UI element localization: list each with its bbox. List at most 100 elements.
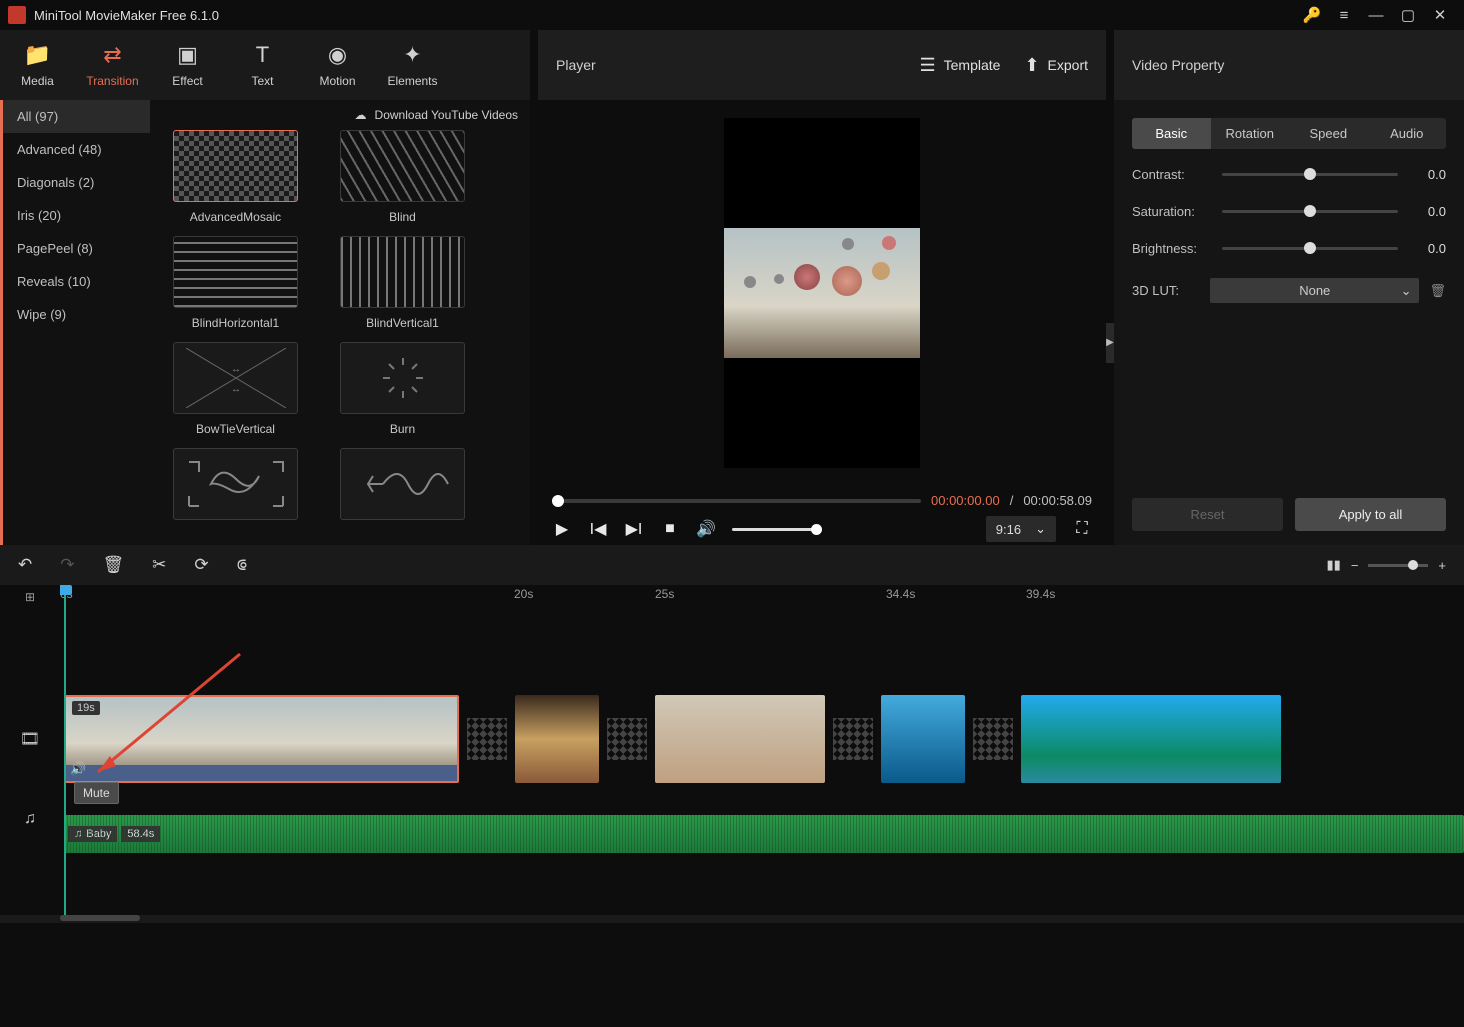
menu-icon[interactable]: ≡ xyxy=(1328,2,1360,28)
transition-item[interactable] xyxy=(158,448,313,528)
transition-thumb xyxy=(173,236,298,308)
contrast-value: 0.0 xyxy=(1410,167,1446,182)
prop-tab-basic[interactable]: Basic xyxy=(1132,118,1211,149)
lut-delete-button[interactable]: 🗑 xyxy=(1429,283,1446,299)
contrast-label: Contrast: xyxy=(1132,167,1210,182)
play-button[interactable]: ▶ xyxy=(552,519,572,539)
category-wipe[interactable]: Wipe (9) xyxy=(3,298,150,331)
saturation-slider[interactable] xyxy=(1222,210,1398,213)
prop-tab-rotation[interactable]: Rotation xyxy=(1211,118,1290,149)
category-diagonals[interactable]: Diagonals (2) xyxy=(3,166,150,199)
fit-icon[interactable]: ▮▮ xyxy=(1327,557,1341,573)
zoom-out-button[interactable]: − xyxy=(1351,558,1359,573)
scrub-bar[interactable] xyxy=(552,499,921,503)
transition-item[interactable]: BlindHorizontal1 xyxy=(158,236,313,330)
export-button[interactable]: ⬆Export xyxy=(1024,55,1088,76)
tab-media[interactable]: 📁Media xyxy=(0,30,75,100)
zoom-knob[interactable] xyxy=(1408,560,1418,570)
prop-tab-audio[interactable]: Audio xyxy=(1368,118,1447,149)
tab-motion[interactable]: ◉Motion xyxy=(300,30,375,100)
zoom-slider[interactable] xyxy=(1368,564,1428,567)
audio-clip[interactable]: ♫Baby 58.4s xyxy=(64,815,1464,853)
crop-button[interactable]: ⟃ xyxy=(237,555,247,575)
slider-knob[interactable] xyxy=(1304,242,1316,254)
video-track[interactable]: 19s 🔊 Mute xyxy=(60,689,1464,789)
playhead[interactable] xyxy=(64,585,66,915)
fullscreen-button[interactable]: ⛶ xyxy=(1072,520,1092,538)
layers-icon: ☰ xyxy=(919,55,935,76)
tab-effect[interactable]: ▣Effect xyxy=(150,30,225,100)
add-track-button[interactable]: ⊞ xyxy=(0,585,60,609)
zoom-in-button[interactable]: + xyxy=(1438,558,1446,573)
download-youtube-link[interactable]: ☁ Download YouTube Videos xyxy=(150,100,530,130)
transition-thumb xyxy=(340,236,465,308)
scrub-knob[interactable] xyxy=(552,495,564,507)
transition-item[interactable]: ↔↔ BowTieVertical xyxy=(158,342,313,436)
clip-audio-icon[interactable]: 🔊 xyxy=(70,761,86,777)
minimize-button[interactable]: — xyxy=(1360,2,1392,28)
video-clip[interactable] xyxy=(655,695,825,783)
transition-item[interactable]: Burn xyxy=(325,342,480,436)
category-pagepeel[interactable]: PagePeel (8) xyxy=(3,232,150,265)
lut-select[interactable]: None ⌄ xyxy=(1210,278,1419,303)
category-reveals[interactable]: Reveals (10) xyxy=(3,265,150,298)
transition-placeholder[interactable] xyxy=(467,718,507,760)
undo-button[interactable]: ↶ xyxy=(18,555,32,575)
property-tabs: Basic Rotation Speed Audio xyxy=(1132,118,1446,149)
transition-item[interactable]: AdvancedMosaic xyxy=(158,130,313,224)
brightness-slider[interactable] xyxy=(1222,247,1398,250)
maximize-button[interactable]: ▢ xyxy=(1392,2,1424,28)
player-viewport[interactable] xyxy=(538,100,1106,485)
contrast-slider[interactable] xyxy=(1222,173,1398,176)
transition-placeholder[interactable] xyxy=(973,718,1013,760)
saturation-label: Saturation: xyxy=(1132,204,1210,219)
transition-placeholder[interactable] xyxy=(607,718,647,760)
stop-button[interactable]: ■ xyxy=(660,520,680,538)
tab-elements[interactable]: ✦Elements xyxy=(375,30,450,100)
scrollbar-thumb[interactable] xyxy=(60,915,140,921)
volume-knob[interactable] xyxy=(811,524,822,535)
category-advanced[interactable]: Advanced (48) xyxy=(3,133,150,166)
premium-key-icon[interactable]: 🔑 xyxy=(1296,2,1328,28)
transition-item[interactable] xyxy=(325,448,480,528)
category-iris[interactable]: Iris (20) xyxy=(3,199,150,232)
transition-item[interactable]: Blind xyxy=(325,130,480,224)
player-panel: 00:00:00.00 / 00:00:58.09 ▶ I◀ ▶I ■ 🔊 9:… xyxy=(538,100,1106,545)
panel-expand-button[interactable]: ▶ xyxy=(1106,323,1114,363)
transition-item[interactable]: BlindVertical1 xyxy=(325,236,480,330)
video-clip[interactable] xyxy=(881,695,965,783)
volume-icon[interactable]: 🔊 xyxy=(696,519,716,539)
time-ruler[interactable]: 0s 20s 25s 34.4s 39.4s xyxy=(60,585,1464,609)
transition-grid[interactable]: AdvancedMosaic Blind BlindHorizontal1 Bl… xyxy=(150,130,530,545)
tab-text[interactable]: TText xyxy=(225,30,300,100)
transition-placeholder[interactable] xyxy=(833,718,873,760)
timeline-scrollbar[interactable] xyxy=(0,915,1464,923)
apply-all-button[interactable]: Apply to all xyxy=(1295,498,1446,531)
next-frame-button[interactable]: ▶I xyxy=(624,519,644,539)
prev-frame-button[interactable]: I◀ xyxy=(588,519,608,539)
template-button[interactable]: ☰Template xyxy=(919,55,1000,76)
timeline-tracks[interactable]: 0s 20s 25s 34.4s 39.4s 19s 🔊 Mute xyxy=(60,585,1464,915)
speed-button[interactable]: ⟳ xyxy=(194,555,208,575)
transition-thumb xyxy=(340,342,465,414)
volume-slider[interactable] xyxy=(732,528,822,531)
category-all[interactable]: All (97) xyxy=(3,100,150,133)
close-button[interactable]: ✕ xyxy=(1424,2,1456,28)
video-clip[interactable]: 19s 🔊 xyxy=(64,695,459,783)
delete-button[interactable]: 🗑 xyxy=(103,555,125,575)
audio-track[interactable]: ♫Baby 58.4s xyxy=(60,809,1464,859)
slider-knob[interactable] xyxy=(1304,168,1316,180)
aspect-ratio-select[interactable]: 9:16 ⌄ xyxy=(986,516,1056,542)
overlay-track[interactable] xyxy=(60,609,1464,689)
video-clip[interactable] xyxy=(515,695,599,783)
reset-button[interactable]: Reset xyxy=(1132,498,1283,531)
redo-button[interactable]: ↷ xyxy=(60,555,74,575)
library-panel: All (97) Advanced (48) Diagonals (2) Iri… xyxy=(0,100,530,545)
tab-transition[interactable]: ⇄Transition xyxy=(75,30,150,100)
split-button[interactable]: ✂ xyxy=(152,555,166,575)
video-clip[interactable] xyxy=(1021,695,1281,783)
prop-tab-speed[interactable]: Speed xyxy=(1289,118,1368,149)
zoom-control: ▮▮ − + xyxy=(1327,557,1447,573)
transition-thumb xyxy=(340,130,465,202)
slider-knob[interactable] xyxy=(1304,205,1316,217)
